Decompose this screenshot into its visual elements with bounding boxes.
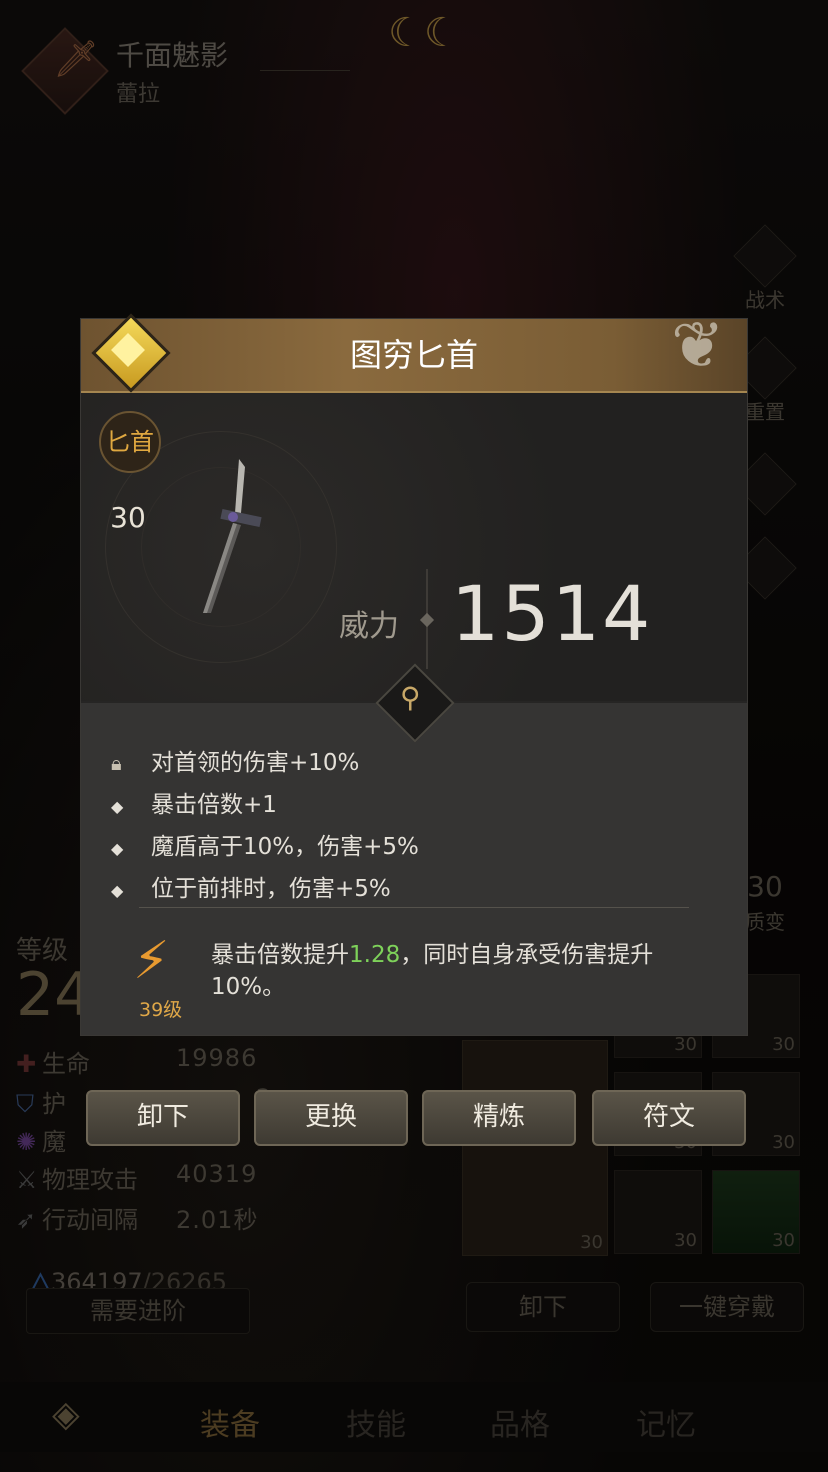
lock-icon: 🔒︎	[111, 751, 122, 775]
claw-slash-icon: ⚡	[133, 931, 170, 991]
item-detail-modal: 图穷匕首 ❦ 匕首 30 威力 1514 ⚲ 🔒︎ 对首领的伤害+10% ◆ 暴击倍…	[80, 309, 748, 1036]
magnifier-icon[interactable]: ⚲	[400, 681, 421, 714]
affix-row: ◆ 暴击倍数+1	[111, 792, 277, 818]
item-name: 图穷匕首	[349, 336, 478, 374]
refine-button[interactable]: 精炼	[422, 1090, 576, 1146]
item-preview: 匕首 30 威力 1514	[81, 393, 747, 701]
diamond-bullet-icon: ◆	[111, 839, 124, 858]
affix-row: 🔒︎ 对首领的伤害+10%	[111, 750, 360, 776]
skill-unlock-level: 39级	[139, 999, 183, 1021]
diamond-bullet-icon: ◆	[111, 797, 124, 816]
rune-button[interactable]: 符文	[592, 1090, 746, 1146]
power-divider-dot	[419, 612, 435, 628]
diamond-bullet-icon: ◆	[111, 881, 124, 900]
power-label: 威力	[339, 609, 399, 644]
affix-row: ◆ 位于前排时，伤害+5%	[111, 876, 391, 902]
flame-ornament-icon: ❦	[671, 309, 725, 383]
item-level-badge: 30	[95, 485, 161, 551]
power-value: 1514	[451, 569, 653, 658]
weapon-type-badge: 匕首	[99, 411, 161, 473]
unequip-button[interactable]: 卸下	[86, 1090, 240, 1146]
dagger-icon	[203, 459, 262, 613]
skill-description: 暴击倍数提升1.28，同时自身承受伤害提升10%。	[211, 942, 654, 1000]
affix-row: ◆ 魔盾高于10%，伤害+5%	[111, 834, 419, 860]
stats-divider	[139, 907, 689, 908]
replace-button[interactable]: 更换	[254, 1090, 408, 1146]
